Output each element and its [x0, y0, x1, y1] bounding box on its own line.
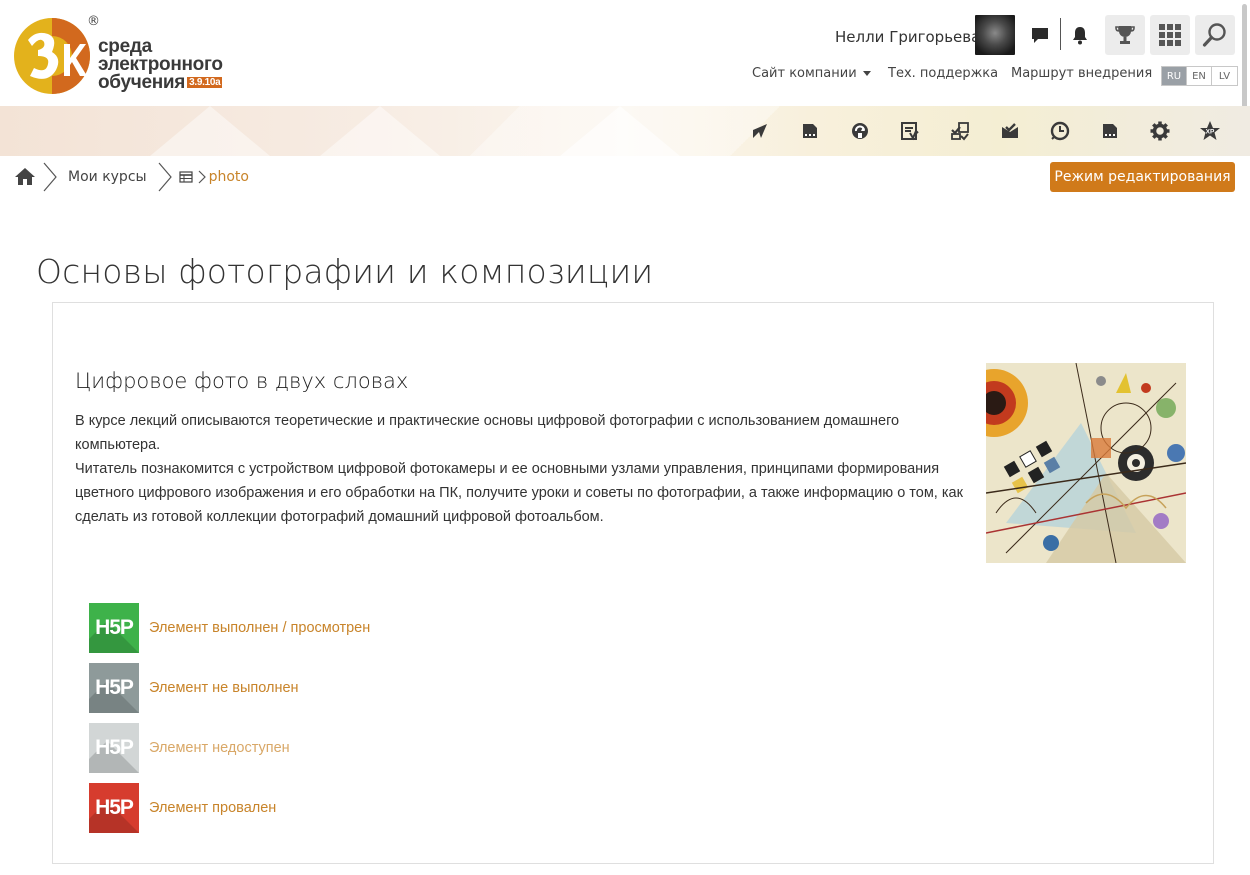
apps-grid-icon[interactable] — [1150, 15, 1190, 55]
course-image — [986, 363, 1186, 563]
legend-item-unavailable: H5P Элемент недоступен — [89, 723, 290, 773]
legend-item-completed: H5P Элемент выполнен / просмотрен — [89, 603, 370, 653]
band-decoration — [150, 106, 270, 156]
trophy-icon[interactable] — [1105, 15, 1145, 55]
h5p-glyph: H5P — [95, 736, 134, 759]
chevron-down-icon — [862, 71, 871, 76]
home-icon[interactable] — [14, 166, 36, 188]
edit-mode-button[interactable]: Режим редактирования — [1050, 162, 1235, 192]
logo-version: 3.9.10a — [187, 77, 223, 89]
section-title: Цифровое фото в двух словах — [75, 369, 409, 393]
band-decoration — [320, 106, 440, 156]
nav-company-site-label: Сайт компании — [752, 66, 857, 81]
refresh-icon[interactable] — [848, 119, 872, 143]
h5p-icon: H5P — [89, 783, 139, 833]
legend-label[interactable]: Элемент выполнен / просмотрен — [149, 620, 370, 636]
breadcrumb: Мои курсы photo — [14, 160, 249, 194]
h5p-glyph: H5P — [95, 676, 134, 699]
legend-label[interactable]: Элемент провален — [149, 800, 276, 816]
logo[interactable]: ® среда электронного обучения 3.9.10a — [14, 14, 234, 98]
legend-item-failed: H5P Элемент провален — [89, 783, 276, 833]
xp-label: XP — [1206, 129, 1215, 136]
h5p-icon: H5P — [89, 663, 139, 713]
section-description: В курсе лекций описываются теоретические… — [75, 409, 965, 529]
chat-icon[interactable] — [1025, 15, 1055, 55]
language-switcher: RU EN LV — [1161, 66, 1238, 86]
table-icon[interactable] — [178, 170, 193, 184]
description-paragraph-1: В курсе лекций описываются теоретические… — [75, 413, 900, 453]
nav-implementation-route[interactable]: Маршрут внедрения — [1011, 66, 1152, 81]
bell-icon[interactable] — [1066, 15, 1094, 55]
document-2-icon[interactable] — [1098, 119, 1122, 143]
toolbar-band: XP — [0, 106, 1250, 156]
chevron-right-icon — [198, 170, 206, 184]
send-icon[interactable] — [748, 119, 772, 143]
lang-lv[interactable]: LV — [1212, 67, 1237, 85]
legend-label[interactable]: Элемент недоступен — [149, 740, 290, 756]
timer-icon[interactable] — [1048, 119, 1072, 143]
h5p-icon: H5P — [89, 723, 139, 773]
user-name[interactable]: Нелли Григорьева — [835, 28, 980, 46]
course-summary-card: Цифровое фото в двух словах В курсе лекц… — [52, 302, 1214, 864]
logo-line-3: обучения 3.9.10a — [98, 72, 223, 93]
breadcrumb-current[interactable]: photo — [209, 169, 249, 185]
header-divider — [1060, 18, 1061, 50]
report-icon[interactable] — [898, 119, 922, 143]
logo-mark-icon — [14, 18, 90, 94]
logo-text: среда электронного обучения 3.9.10a — [98, 37, 223, 93]
document-icon[interactable] — [798, 119, 822, 143]
checked-mail-icon[interactable] — [998, 119, 1022, 143]
nav-tech-support[interactable]: Тех. поддержка — [888, 66, 998, 81]
tasks-icon[interactable] — [948, 119, 972, 143]
logo-line-3-text: обучения — [98, 72, 186, 93]
lang-ru[interactable]: RU — [1162, 67, 1187, 85]
legend-item-not-completed: H5P Элемент не выполнен — [89, 663, 299, 713]
band-decoration — [560, 106, 680, 156]
xp-star-icon[interactable]: XP — [1198, 119, 1222, 143]
gear-icon[interactable] — [1148, 119, 1172, 143]
h5p-icon: H5P — [89, 603, 139, 653]
nav-company-site[interactable]: Сайт компании — [752, 66, 871, 81]
breadcrumb-separator-icon — [158, 162, 172, 192]
h5p-glyph: H5P — [95, 616, 134, 639]
description-paragraph-2: Читатель познакомится с устройством цифр… — [75, 461, 963, 525]
h5p-glyph: H5P — [95, 796, 134, 819]
avatar[interactable] — [975, 15, 1015, 55]
breadcrumb-separator-icon — [43, 162, 57, 192]
breadcrumb-my-courses[interactable]: Мои курсы — [68, 169, 147, 185]
legend-label[interactable]: Элемент не выполнен — [149, 680, 299, 696]
search-icon[interactable] — [1195, 15, 1235, 55]
page-title: Основы фотографии и композиции — [36, 252, 654, 291]
scrollbar[interactable] — [1242, 4, 1247, 109]
logo-registered-mark: ® — [87, 14, 100, 29]
lang-en[interactable]: EN — [1187, 67, 1212, 85]
header: ® среда электронного обучения 3.9.10a Нел… — [0, 0, 1250, 106]
